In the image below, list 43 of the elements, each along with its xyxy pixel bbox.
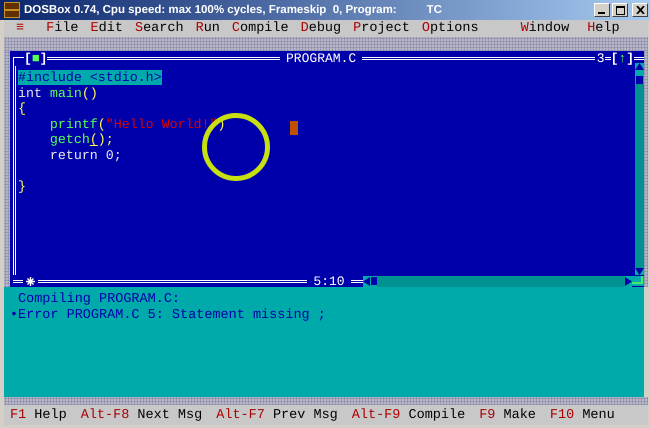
mouse-cursor-icon — [290, 121, 298, 135]
close-box[interactable]: [■] — [24, 51, 48, 66]
system-menu[interactable]: ≡ — [16, 20, 24, 37]
resize-star-icon — [26, 276, 35, 286]
code-line: } — [18, 179, 26, 194]
shortcut-hint[interactable]: F9 Make — [479, 408, 536, 422]
scroll-thumb[interactable] — [636, 76, 643, 84]
menu-item[interactable]: Project — [353, 20, 410, 37]
menu-item[interactable]: Debug — [300, 20, 342, 37]
menu-item[interactable]: Search — [134, 20, 184, 37]
shortcut-hint[interactable]: F1 Help — [10, 408, 67, 422]
vertical-scrollbar[interactable] — [635, 63, 644, 275]
shortcut-hint[interactable]: Alt-F8 Next Msg — [80, 408, 202, 422]
scroll-thumb[interactable] — [370, 277, 377, 285]
message-marker: • — [8, 308, 18, 324]
program-name: TC — [426, 4, 442, 16]
message-text[interactable]: Compiling PROGRAM.C: — [18, 292, 180, 308]
menu-item[interactable]: Options — [422, 20, 479, 37]
editor-title: PROGRAM.C — [284, 51, 358, 66]
code-line: return 0; — [50, 148, 122, 163]
close-icon — [636, 6, 644, 14]
minimize-button[interactable] — [594, 3, 610, 17]
shortcut-hint[interactable]: Alt-F9 Compile — [352, 408, 466, 422]
window-number: 3 — [596, 51, 605, 66]
menu-item[interactable]: Help — [587, 20, 620, 37]
code-line: int main() — [18, 86, 98, 101]
window-title: DOSBox 0.74, Cpu speed: max 100% cycles, Frameskip 0, Program: — [24, 4, 397, 16]
menu-item[interactable]: Compile — [232, 20, 289, 37]
shortcut-hint[interactable]: F10 Menu — [550, 408, 615, 422]
maximize-icon — [616, 6, 624, 14]
message-text[interactable]: Error PROGRAM.C 5: Statement missing ; — [18, 308, 326, 324]
code-line: { — [18, 101, 26, 116]
menu-item[interactable]: Edit — [90, 20, 123, 37]
maximize-button[interactable] — [612, 3, 628, 17]
menu-item[interactable]: Window — [520, 20, 570, 37]
menu-item[interactable]: Run — [196, 20, 220, 37]
horizontal-scrollbar[interactable] — [362, 276, 632, 286]
zoom-box[interactable]: [↑] — [610, 51, 634, 66]
menu-item[interactable]: File — [46, 20, 79, 37]
dosbox-logo-icon — [4, 2, 20, 18]
close-button[interactable] — [632, 3, 648, 17]
shortcut-hint[interactable]: Alt-F7 Prev Msg — [216, 408, 338, 422]
code-line: getch(); — [50, 132, 114, 148]
